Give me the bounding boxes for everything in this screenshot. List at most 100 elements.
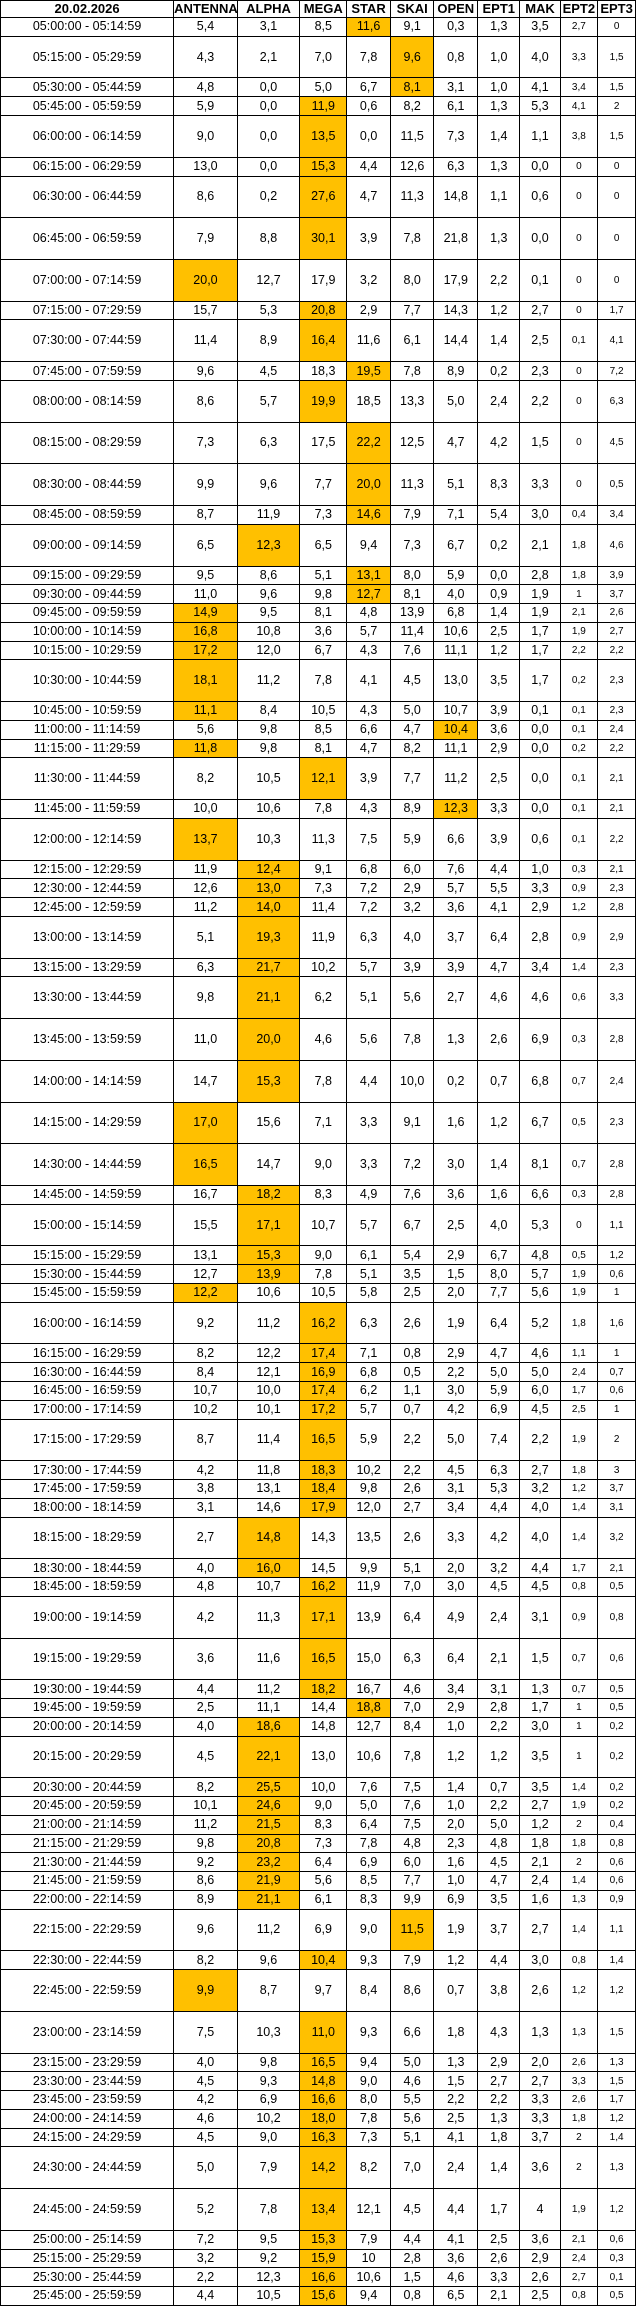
- rating-cell: 7,3: [299, 505, 348, 525]
- rating-cell: 3,0: [433, 1577, 479, 1597]
- rating-cell: 3,0: [519, 1950, 561, 1971]
- rating-cell: 2,2: [597, 640, 636, 661]
- rating-cell: 1,3: [477, 217, 521, 260]
- table-row: 17:45:00 - 17:59:59 3,8 13,1 18,4 9,8 2,6 3,1 5…: [0, 1479, 636, 1499]
- table-row: 24:45:00 - 24:59:59 5,2 7,8 13,4 12,1 4,5 4,4 1…: [0, 2188, 636, 2231]
- rating-cell: 3,2: [346, 258, 391, 302]
- rating-cell: 9,5: [236, 603, 301, 623]
- rating-cell: 2,7: [477, 2071, 521, 2092]
- rating-cell: 2,9: [477, 2052, 521, 2073]
- rating-cell: 10,3: [236, 817, 301, 861]
- rating-cell: 1,9: [433, 1908, 479, 1952]
- rating-cell: 1,5: [433, 2071, 479, 2092]
- rating-cell: 0,5: [559, 1101, 599, 1145]
- rating-cell: 0: [559, 175, 599, 219]
- rating-cell: 1,8: [477, 2127, 521, 2148]
- rating-cell: 0,1: [559, 701, 599, 721]
- rating-cell: 14,5: [299, 1558, 348, 1579]
- rating-cell: 7,7: [389, 300, 435, 321]
- rating-cell: 10,2: [299, 957, 348, 978]
- table-row: 22:45:00 - 22:59:59 9,9 8,7 9,7 8,4 8,6 0,7 3,8…: [0, 1969, 636, 2012]
- rating-cell: 9,2: [236, 2248, 301, 2269]
- rating-cell: 12,5: [389, 421, 435, 465]
- top-rating-cell: 20,8: [299, 300, 348, 321]
- rating-cell: 8,6: [173, 175, 238, 219]
- rating-cell: 4,5: [173, 2127, 238, 2148]
- top-rating-cell: 9,6: [389, 35, 435, 79]
- rating-cell: 0,6: [346, 96, 391, 117]
- rating-cell: 1,9: [559, 1796, 599, 1816]
- rating-cell: 8,8: [236, 217, 301, 260]
- table-row: 05:30:00 - 05:44:59 4,8 0,0 5,0 6,7 8,1 3,1 1,0…: [0, 77, 636, 98]
- table-row: 16:30:00 - 16:44:59 8,4 12,1 16,9 6,8 0,5 2,2 5…: [0, 1362, 636, 1382]
- rating-cell: 4,0: [519, 1497, 561, 1518]
- top-rating-cell: 17,2: [173, 640, 238, 661]
- rating-cell: 8,6: [389, 1969, 435, 2012]
- rating-cell: 4,1: [519, 77, 561, 98]
- rating-cell: 12,2: [236, 1343, 301, 1364]
- rating-cell: 6,5: [299, 523, 348, 567]
- rating-cell: 2,5: [477, 2229, 521, 2250]
- rating-cell: 6,3: [597, 379, 636, 423]
- rating-cell: 2,2: [433, 2090, 479, 2110]
- table-row: 23:45:00 - 23:59:59 4,2 6,9 16,6 8,0 5,5 2,2 2,…: [0, 2090, 636, 2110]
- top-rating-cell: 21,1: [236, 976, 301, 1020]
- top-rating-cell: 11,5: [389, 1908, 435, 1952]
- rating-cell: 6,4: [389, 1595, 435, 1639]
- rating-cell: 1,3: [477, 96, 521, 117]
- rating-cell: 6,1: [389, 319, 435, 363]
- rating-cell: 4,2: [173, 2090, 238, 2110]
- rating-cell: 1: [597, 1343, 636, 1364]
- rating-cell: 1,4: [477, 319, 521, 363]
- rating-cell: 13,1: [173, 1245, 238, 1266]
- rating-cell: 11,4: [299, 897, 348, 917]
- rating-cell: 5,9: [433, 565, 479, 586]
- rating-cell: 2,7: [519, 1460, 561, 1481]
- time-slot-cell: 12:45:00 - 12:59:59: [0, 897, 175, 917]
- top-rating-cell: 21,9: [236, 1871, 301, 1891]
- rating-cell: 1,8: [559, 565, 599, 586]
- time-slot-cell: 06:00:00 - 06:14:59: [0, 115, 175, 158]
- rating-cell: 1,5: [519, 1637, 561, 1681]
- rating-cell: 8,9: [173, 1889, 238, 1910]
- rating-cell: 2: [597, 1418, 636, 1462]
- rating-cell: 1,5: [597, 2071, 636, 2092]
- top-rating-cell: 21,1: [236, 1889, 301, 1910]
- table-row: 07:45:00 - 07:59:59 9,6 4,5 18,3 19,5 7,8 8,9 0…: [0, 361, 636, 381]
- rating-cell: 1,2: [597, 2108, 636, 2129]
- top-rating-cell: 19,5: [346, 361, 391, 381]
- rating-cell: 6,3: [433, 156, 479, 177]
- rating-cell: 0,1: [559, 799, 599, 819]
- rating-cell: 8,0: [389, 258, 435, 302]
- table-row: 12:45:00 - 12:59:59 11,2 14,0 11,4 7,2 3,2 3,6…: [0, 897, 636, 917]
- rating-cell: 2,4: [519, 1871, 561, 1891]
- table-row: 20:15:00 - 20:29:59 4,5 22,1 13,0 10,6 7,8 1,2…: [0, 1735, 636, 1779]
- rating-cell: 2,2: [559, 640, 599, 661]
- rating-cell: 4,2: [173, 1595, 238, 1639]
- time-slot-cell: 25:00:00 - 25:14:59: [0, 2229, 175, 2250]
- rating-cell: 0,1: [559, 319, 599, 363]
- rating-cell: 3,3: [519, 2090, 561, 2110]
- table-row: 21:30:00 - 21:44:59 9,2 23,2 6,4 6,9 6,0 1,6 4,…: [0, 1852, 636, 1873]
- rating-cell: 2,9: [389, 878, 435, 899]
- time-slot-cell: 06:45:00 - 06:59:59: [0, 217, 175, 260]
- rating-cell: 6,3: [346, 1301, 391, 1345]
- rating-cell: 9,8: [236, 2052, 301, 2073]
- rating-cell: 14,7: [236, 1143, 301, 1186]
- rating-cell: 2,8: [597, 1184, 636, 1205]
- rating-cell: 0,8: [559, 2286, 599, 2306]
- table-row: 20:00:00 - 20:14:59 4,0 18,6 14,8 12,7 8,4 1,0…: [0, 1716, 636, 1737]
- rating-cell: 5,4: [477, 505, 521, 525]
- time-slot-cell: 18:45:00 - 18:59:59: [0, 1577, 175, 1597]
- time-slot-cell: 18:00:00 - 18:14:59: [0, 1497, 175, 1518]
- rating-cell: 7,8: [299, 799, 348, 819]
- rating-cell: 0,8: [597, 1595, 636, 1639]
- rating-cell: 2,9: [597, 915, 636, 959]
- rating-cell: 3,7: [597, 584, 636, 605]
- rating-cell: 5,1: [389, 2127, 435, 2148]
- time-slot-cell: 05:30:00 - 05:44:59: [0, 77, 175, 98]
- rating-cell: 0,1: [559, 719, 599, 740]
- time-slot-cell: 23:45:00 - 23:59:59: [0, 2090, 175, 2110]
- rating-cell: 2,4: [597, 719, 636, 740]
- rating-cell: 2,2: [519, 1418, 561, 1462]
